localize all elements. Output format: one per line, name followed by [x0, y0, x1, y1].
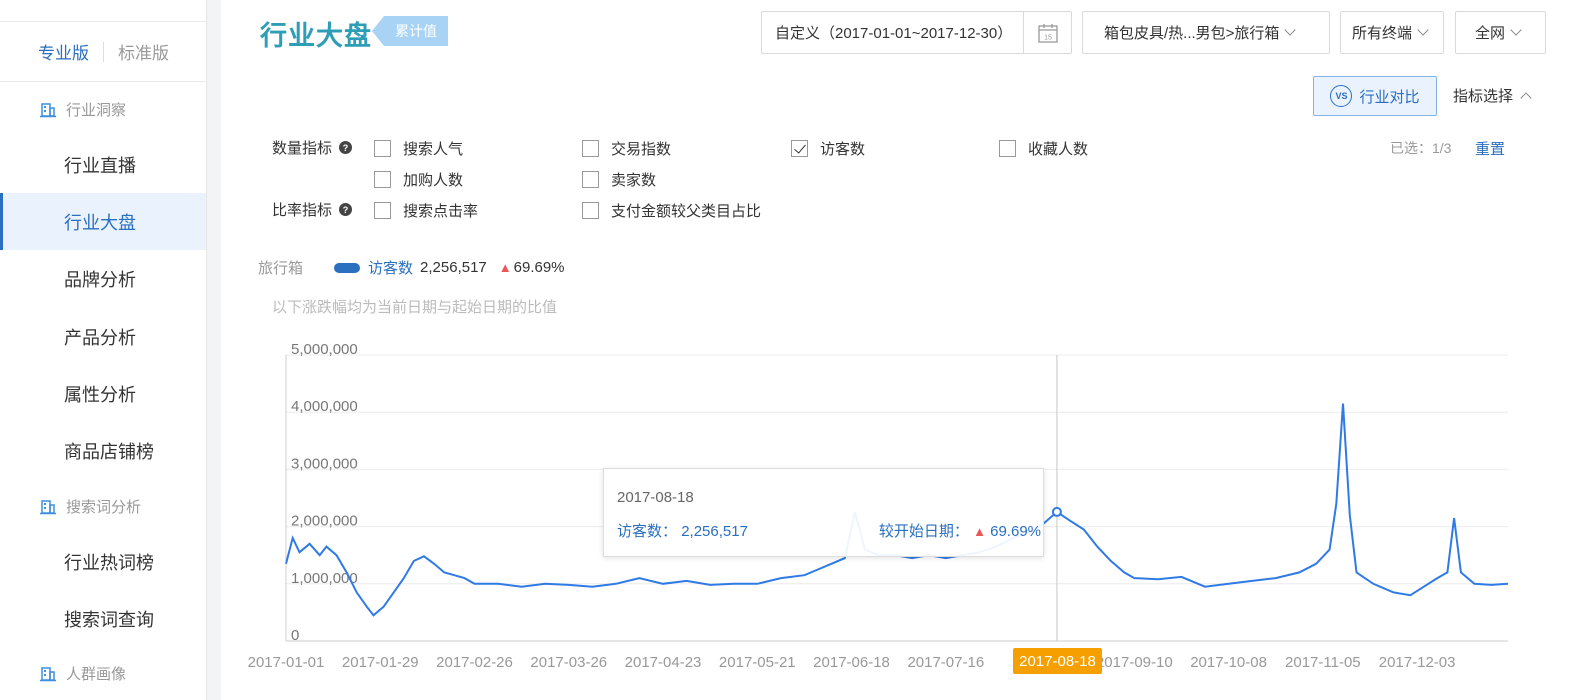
tooltip-date: 2017-08-18 [617, 489, 694, 506]
x-tick-label: 2017-09-10 [1096, 654, 1173, 671]
visitors-line-chart[interactable]: 0 1,000,000 2,000,000 3,000,000 4,000,000 5,0… [0, 0, 1569, 700]
tooltip-compare-value: 69.69% [990, 523, 1041, 540]
hover-point[interactable] [1051, 506, 1062, 517]
tooltip-metric: 访客数： 2,256,517 [617, 520, 748, 541]
y-tick-label: 5,000,000 [291, 341, 358, 358]
x-tick-label: 2017-01-29 [342, 654, 419, 671]
chart-tooltip: 2017-08-18 访客数： 2,256,517 较开始日期： ▲ 69.69… [603, 468, 1044, 557]
y-tick-label: 4,000,000 [291, 398, 358, 415]
tooltip-metric-label: 访客数： [617, 523, 678, 540]
tooltip-compare-label: 较开始日期： [878, 523, 969, 540]
x-axis-highlight-label: 2017-08-18 [1013, 648, 1102, 674]
y-tick-label: 1,000,000 [291, 570, 358, 587]
y-tick-label: 3,000,000 [291, 455, 358, 472]
tooltip-compare: 较开始日期： ▲ 69.69% [879, 520, 1041, 541]
x-tick-label: 2017-06-18 [813, 654, 890, 671]
x-tick-label: 2017-04-23 [625, 654, 702, 671]
y-tick-label: 2,000,000 [291, 513, 358, 530]
y-tick-label: 0 [291, 627, 299, 644]
x-tick-label: 2017-07-16 [907, 654, 984, 671]
arrow-up-icon: ▲ [973, 524, 986, 539]
x-tick-label: 2017-12-03 [1379, 654, 1456, 671]
x-tick-label: 2017-02-26 [436, 654, 513, 671]
x-tick-label: 2017-10-08 [1190, 654, 1267, 671]
x-tick-label: 2017-03-26 [530, 654, 607, 671]
x-tick-label: 2017-05-21 [719, 654, 796, 671]
x-tick-label: 2017-01-01 [248, 654, 325, 671]
x-tick-label: 2017-11-05 [1285, 654, 1361, 671]
tooltip-metric-value: 2,256,517 [681, 523, 748, 540]
